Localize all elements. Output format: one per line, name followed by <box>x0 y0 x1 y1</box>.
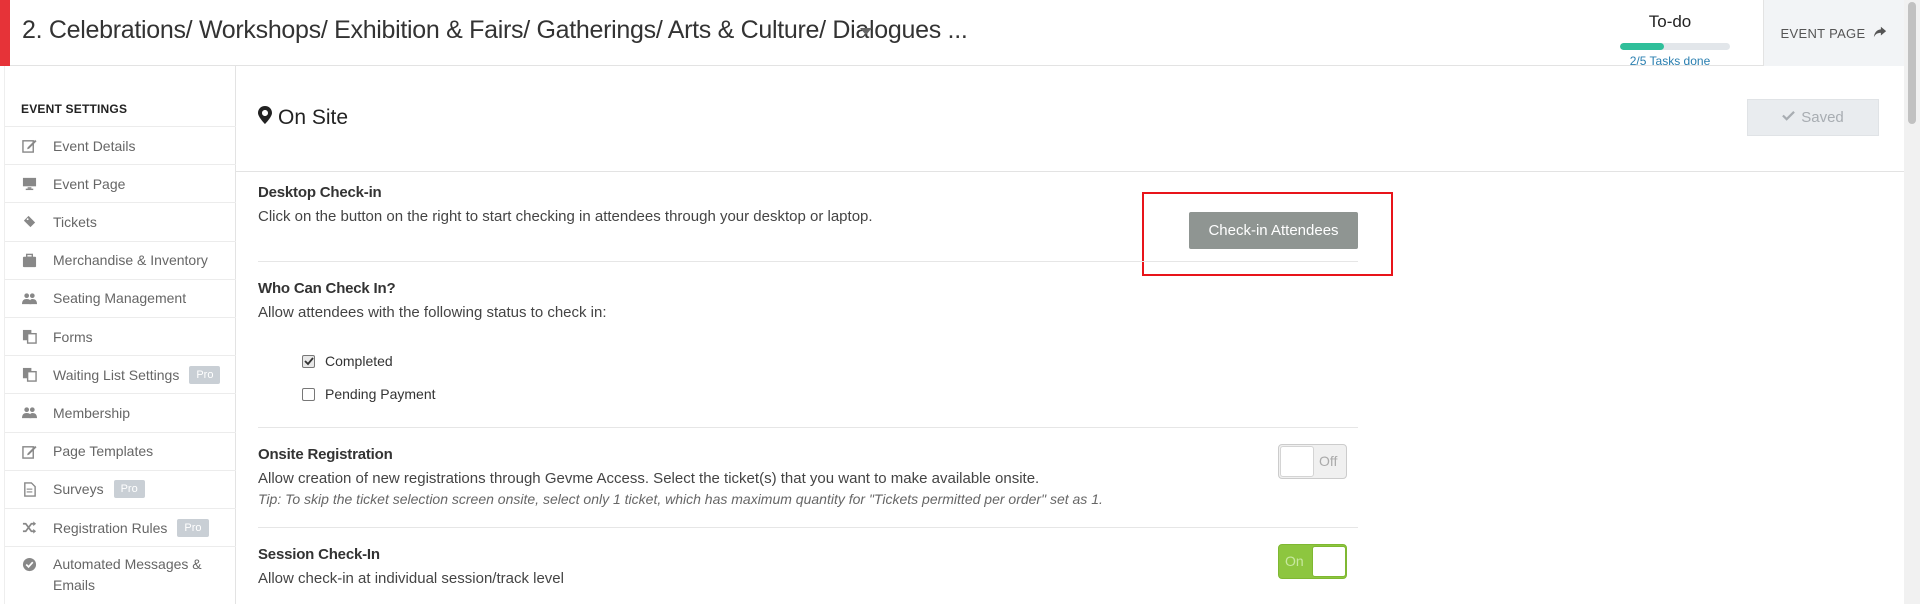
sidebar-item-label: Automated Messages & Emails <box>53 556 202 594</box>
document-icon <box>21 481 38 498</box>
session-check-in-section: Session Check-In Allow check-in at indiv… <box>258 546 1358 587</box>
checkbox-label: Completed <box>325 353 393 369</box>
onsite-registration-toggle[interactable]: Off <box>1278 444 1347 479</box>
toggle-knob <box>1280 446 1314 477</box>
shuffle-icon <box>21 519 38 536</box>
edit-icon <box>21 137 38 154</box>
section-tip: Tip: To skip the ticket selection screen… <box>258 491 1103 507</box>
saved-label: Saved <box>1801 109 1844 126</box>
divider <box>258 261 1358 262</box>
scrollbar-thumb[interactable] <box>1908 2 1916 124</box>
sidebar-item-label: Waiting List Settings <box>53 366 180 383</box>
divider <box>258 427 1358 428</box>
map-marker-icon <box>258 106 272 130</box>
sidebar: EVENT SETTINGS Event Details Event Page Ti… <box>4 66 236 604</box>
sidebar-item-label: Merchandise & Inventory <box>53 252 208 269</box>
checkbox[interactable] <box>302 354 315 368</box>
sidebar-item-label: Event Details <box>53 137 136 154</box>
section-heading: Desktop Check-in <box>258 184 382 201</box>
top-header: 2. Celebrations/ Workshops/ Exhibition &… <box>0 0 1904 68</box>
progress-fill <box>1620 43 1664 50</box>
section-description: Allow check-in at individual session/tra… <box>258 570 564 587</box>
check-icon <box>1782 109 1796 126</box>
sidebar-item-surveys[interactable]: Surveys Pro <box>5 469 236 508</box>
sidebar-item-label: Page Templates <box>53 443 154 460</box>
checkbox-completed[interactable]: Completed <box>302 353 393 369</box>
pro-badge: Pro <box>177 518 209 537</box>
toggle-label: Off <box>1319 453 1338 469</box>
toggle-label: On <box>1285 553 1304 569</box>
sidebar-item-label: Forms <box>53 328 93 345</box>
check-circle-icon <box>21 556 38 573</box>
page-title-text: On Site <box>278 106 349 129</box>
who-can-check-in-section: Who Can Check In? Allow attendees with t… <box>258 280 1358 321</box>
sidebar-item-label: Registration Rules <box>53 519 168 536</box>
sidebar-item-waiting-list-settings[interactable]: Waiting List Settings Pro <box>5 355 236 393</box>
sidebar-item-registration-rules[interactable]: Registration Rules Pro <box>5 508 236 546</box>
tickets-icon <box>21 213 38 230</box>
page-scrollbar[interactable] <box>1904 0 1920 604</box>
pro-badge: Pro <box>113 480 145 499</box>
progress-bar <box>1620 43 1730 50</box>
sidebar-item-forms[interactable]: Forms <box>5 317 236 355</box>
todo-label: To-do <box>1648 12 1692 31</box>
monitor-icon <box>21 175 38 192</box>
session-check-in-toggle[interactable]: On <box>1278 544 1347 579</box>
todo-progress[interactable]: To-do 2/5 Tasks done <box>1605 10 1735 68</box>
sidebar-section-title: EVENT SETTINGS <box>21 102 128 116</box>
checkbox[interactable] <box>302 387 315 401</box>
toggle-knob <box>1312 546 1346 577</box>
sidebar-item-label: Surveys <box>53 481 104 498</box>
check-in-attendees-button[interactable]: Check-in Attendees <box>1189 212 1358 249</box>
checkbox-label: Pending Payment <box>325 386 436 402</box>
users-icon <box>21 404 38 421</box>
event-page-label: EVENT PAGE <box>1780 25 1866 41</box>
saved-button[interactable]: Saved <box>1747 99 1879 136</box>
copy-icon <box>21 328 38 345</box>
sidebar-item-page-templates[interactable]: Page Templates <box>5 431 236 470</box>
event-title[interactable]: 2. Celebrations/ Workshops/ Exhibition &… <box>22 16 968 45</box>
section-description: Allow attendees with the following statu… <box>258 304 607 321</box>
checkbox-pending-payment[interactable]: Pending Payment <box>302 386 436 402</box>
sidebar-item-label: Tickets <box>53 213 97 230</box>
share-icon <box>1873 25 1887 42</box>
accent-bar <box>0 0 10 66</box>
sidebar-item-label: Seating Management <box>53 290 187 307</box>
sidebar-item-label: Membership <box>53 404 131 421</box>
sidebar-item-event-details[interactable]: Event Details <box>5 126 236 164</box>
sidebar-item-merchandise-inventory[interactable]: Merchandise & Inventory <box>5 240 236 279</box>
page-title: On Site <box>258 106 348 130</box>
edit-icon <box>21 443 38 460</box>
sidebar-item-membership[interactable]: Membership <box>5 393 236 431</box>
sidebar-item-event-page[interactable]: Event Page <box>5 164 236 202</box>
chevron-down-icon[interactable] <box>860 28 872 35</box>
pro-badge: Pro <box>189 365 221 384</box>
divider <box>258 527 1358 528</box>
event-page-button[interactable]: EVENT PAGE <box>1763 0 1904 66</box>
section-description: Allow creation of new registrations thro… <box>258 470 1040 487</box>
sidebar-item-tickets[interactable]: Tickets <box>5 202 236 240</box>
section-heading: Who Can Check In? <box>258 280 396 297</box>
sidebar-item-seating-management[interactable]: Seating Management <box>5 278 236 317</box>
section-heading: Session Check-In <box>258 546 380 563</box>
copy-icon <box>21 366 38 383</box>
sidebar-item-label: Event Page <box>53 175 126 192</box>
briefcase-icon <box>21 252 38 269</box>
users-icon <box>21 290 38 307</box>
section-heading: Onsite Registration <box>258 446 393 463</box>
onsite-registration-section: Onsite Registration Allow creation of ne… <box>258 446 1358 507</box>
sidebar-item-automated-messages-emails[interactable]: Automated Messages & Emails <box>5 546 236 596</box>
main-header: On Site Saved <box>236 66 1904 172</box>
